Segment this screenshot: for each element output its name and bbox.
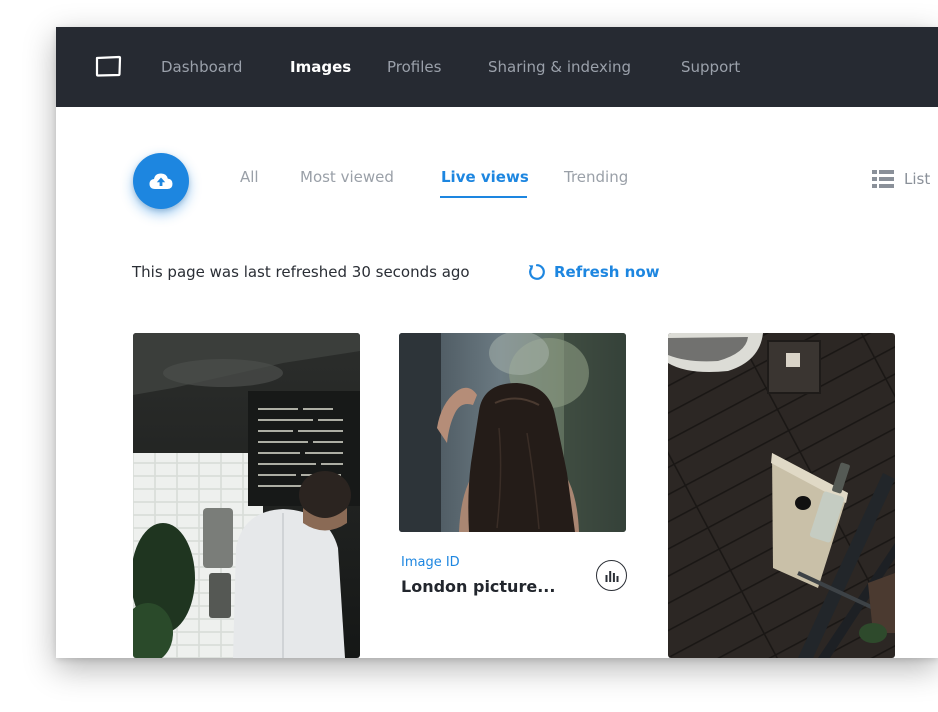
tab-all[interactable]: All (240, 168, 259, 186)
logo-icon[interactable] (94, 55, 122, 77)
image-card-1[interactable] (133, 333, 360, 658)
nav-item-sharing-indexing[interactable]: Sharing & indexing (488, 27, 631, 107)
nav-item-profiles[interactable]: Profiles (387, 27, 441, 107)
overhead-desk-photo (668, 333, 895, 658)
tab-most-viewed[interactable]: Most viewed (300, 168, 394, 186)
refresh-icon (528, 264, 545, 280)
list-view-toggle[interactable]: List (872, 169, 930, 189)
list-view-label: List (904, 170, 931, 188)
nav-item-dashboard[interactable]: Dashboard (161, 27, 242, 107)
nav-item-support[interactable]: Support (681, 27, 740, 107)
app-window: Dashboard Images Profiles Sharing & inde… (56, 27, 938, 658)
woman-hair-photo (399, 333, 626, 532)
nav-item-images[interactable]: Images (290, 27, 351, 107)
cafe-barista-photo (133, 333, 360, 658)
image-title[interactable]: London picture... (401, 577, 555, 596)
image-card-2[interactable] (399, 333, 626, 532)
refresh-now-button[interactable]: Refresh now (528, 263, 660, 281)
active-tab-indicator (440, 196, 527, 198)
refresh-status-text: This page was last refreshed 30 seconds … (132, 263, 470, 281)
refresh-now-label: Refresh now (554, 263, 660, 281)
image-id-label: Image ID (401, 555, 460, 570)
tab-live-views[interactable]: Live views (441, 168, 529, 186)
bar-chart-icon (605, 570, 618, 582)
top-navigation: Dashboard Images Profiles Sharing & inde… (56, 27, 938, 107)
cloud-upload-icon (149, 173, 173, 189)
image-card-3[interactable] (668, 333, 895, 658)
upload-button[interactable] (133, 153, 189, 209)
tab-trending[interactable]: Trending (564, 168, 628, 186)
image-stats-button[interactable] (596, 560, 627, 591)
list-icon (872, 170, 894, 188)
